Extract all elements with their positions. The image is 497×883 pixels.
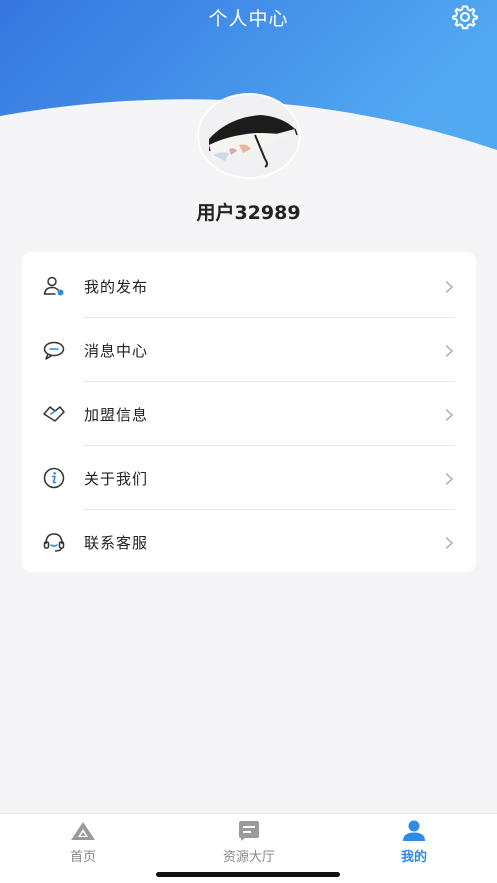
gear-icon: [452, 4, 478, 34]
chevron-right-icon: [442, 407, 456, 422]
menu-item-label: 加盟信息: [84, 405, 149, 424]
menu-item-label: 消息中心: [84, 341, 149, 360]
headset-icon: [42, 530, 66, 554]
menu-card: 我的发布 消息中心 加盟信息 关于我们 联系客服: [22, 252, 476, 572]
menu-item-label: 我的发布: [84, 277, 149, 296]
menu-item-franchise-info[interactable]: 加盟信息: [22, 382, 476, 446]
info-icon: [42, 466, 66, 490]
user-publish-icon: [42, 274, 66, 298]
chevron-right-icon: [442, 535, 456, 550]
chevron-right-icon: [442, 343, 456, 358]
menu-item-about-us[interactable]: 关于我们: [22, 446, 476, 510]
avatar[interactable]: [197, 93, 301, 179]
tab-home[interactable]: 首页: [0, 814, 166, 874]
tab-resource-hall[interactable]: 资源大厅: [166, 814, 332, 874]
menu-item-label: 联系客服: [84, 533, 149, 552]
username: 用户32989: [196, 202, 301, 224]
tab-label: 首页: [69, 850, 96, 865]
menu-item-label: 关于我们: [84, 469, 149, 488]
home-indicator: [156, 872, 340, 877]
menu-item-message-center[interactable]: 消息中心: [22, 318, 476, 382]
tab-mine[interactable]: 我的: [331, 814, 497, 874]
resource-hall-icon: [236, 820, 262, 842]
settings-button[interactable]: [451, 5, 479, 33]
page-title: 个人中心: [208, 8, 289, 30]
profile-icon: [401, 820, 427, 842]
umbrella-avatar: [199, 95, 299, 177]
menu-item-contact-support[interactable]: 联系客服: [22, 510, 476, 574]
menu-item-my-posts[interactable]: 我的发布: [22, 254, 476, 318]
home-icon: [70, 820, 96, 842]
tab-label: 我的: [400, 850, 427, 865]
chevron-right-icon: [442, 471, 456, 486]
tab-label: 资源大厅: [222, 850, 275, 865]
message-icon: [42, 338, 66, 362]
handshake-icon: [42, 402, 66, 426]
chevron-right-icon: [442, 279, 456, 294]
